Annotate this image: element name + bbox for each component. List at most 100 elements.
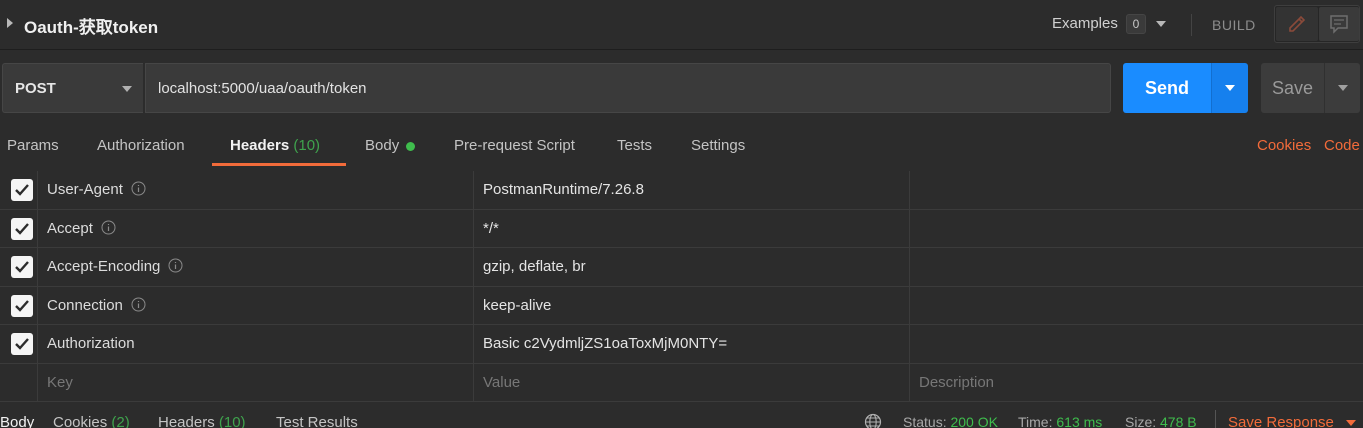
build-mode-label[interactable]: BUILD (1212, 17, 1256, 33)
status-value: 200 OK (950, 414, 998, 428)
row-checkbox[interactable] (11, 179, 33, 201)
save-response-chevron-down-icon[interactable] (1346, 420, 1356, 426)
response-tab-test-results[interactable]: Test Results (276, 414, 358, 428)
header-value-cell[interactable]: Basic c2VydmljZS1oaToxMjM0NTY= (474, 325, 910, 363)
header-description-cell[interactable] (910, 287, 1363, 325)
tab-pre-request-script[interactable]: Pre-request Script (454, 137, 575, 154)
save-options-button[interactable] (1324, 63, 1360, 113)
response-tab-headers-label: Headers (158, 414, 215, 428)
table-row: User-Agent PostmanRuntime/7.26.8 (0, 171, 1363, 210)
header-key: Accept (47, 219, 93, 237)
value-placeholder: Value (483, 373, 521, 391)
response-tab-body[interactable]: Body (0, 414, 34, 428)
tab-params[interactable]: Params (7, 137, 59, 154)
row-checkbox[interactable] (11, 294, 33, 317)
method-label: POST (15, 80, 56, 97)
send-button[interactable]: Send (1123, 63, 1211, 113)
checkmark-icon (15, 338, 29, 351)
new-key-input[interactable]: Key (38, 363, 474, 402)
header-value-cell[interactable]: gzip, deflate, br (474, 248, 910, 286)
header-value: keep-alive (483, 296, 552, 314)
method-chevron-down-icon (122, 86, 132, 92)
status-indicator: Status: 200 OK (903, 414, 998, 428)
send-options-button[interactable] (1211, 63, 1248, 113)
response-divider (1215, 410, 1216, 428)
header-value-cell[interactable]: */* (474, 209, 910, 248)
header-description-cell[interactable] (910, 171, 1363, 209)
url-input[interactable]: localhost:5000/uaa/oauth/token (145, 63, 1111, 113)
code-link[interactable]: Code (1324, 137, 1360, 154)
row-checkbox[interactable] (11, 256, 33, 279)
header-key: Accept-Encoding (47, 258, 161, 276)
header-description-cell[interactable] (910, 325, 1363, 363)
size-value: 478 B (1160, 414, 1197, 428)
edit-mode-button[interactable] (1276, 7, 1318, 41)
examples-count-badge: 0 (1126, 14, 1146, 34)
active-tab-indicator (212, 163, 346, 166)
info-icon[interactable] (131, 297, 146, 312)
description-placeholder: Description (919, 373, 995, 391)
tab-settings[interactable]: Settings (691, 137, 745, 154)
info-icon[interactable] (168, 258, 183, 273)
collapse-caret-icon[interactable] (7, 18, 13, 28)
header-key-cell[interactable]: Accept-Encoding (38, 248, 474, 286)
tab-tests[interactable]: Tests (617, 137, 652, 154)
status-label: Status: (903, 414, 947, 428)
header-key-cell[interactable]: User-Agent (38, 171, 474, 209)
info-icon[interactable] (131, 181, 146, 196)
request-title[interactable]: Oauth-获取token (24, 13, 158, 38)
pencil-icon (1289, 15, 1306, 32)
checkmark-icon (15, 299, 29, 312)
save-response-button[interactable]: Save Response (1228, 414, 1334, 428)
save-button[interactable]: Save (1261, 63, 1324, 113)
comment-mode-button[interactable] (1319, 7, 1359, 41)
checkmark-icon (15, 222, 29, 235)
body-modified-dot-icon (406, 142, 415, 151)
tab-headers-label: Headers (230, 137, 290, 154)
table-row: Accept */* (0, 209, 1363, 249)
row-checkbox[interactable] (11, 333, 33, 356)
header-description-cell[interactable] (910, 248, 1363, 286)
new-value-input[interactable]: Value (474, 363, 910, 402)
header-key: Connection (47, 296, 123, 314)
examples-chevron-down-icon[interactable] (1156, 21, 1166, 27)
header-value: */* (483, 219, 499, 237)
new-description-input[interactable]: Description (910, 364, 1363, 402)
table-row: Accept-Encoding gzip, deflate, br (0, 248, 1363, 287)
request-header-bar: Oauth-获取token Examples 0 BUILD (0, 0, 1363, 50)
response-tab-cookies-label: Cookies (53, 414, 108, 428)
cookies-link[interactable]: Cookies (1257, 137, 1311, 154)
header-divider (1191, 14, 1192, 36)
header-value: PostmanRuntime/7.26.8 (483, 181, 644, 198)
header-key: Authorization (47, 335, 135, 353)
response-bar: Body Cookies (2) Headers (10) Test Resul… (0, 401, 1363, 428)
info-icon[interactable] (101, 220, 116, 235)
header-value-cell[interactable]: PostmanRuntime/7.26.8 (474, 171, 910, 209)
header-key-cell[interactable]: Connection (38, 286, 474, 325)
size-indicator: Size: 478 B (1125, 414, 1197, 428)
header-key-cell[interactable]: Accept (38, 209, 474, 248)
comment-icon (1330, 15, 1348, 34)
globe-icon[interactable] (864, 413, 882, 428)
time-value: 613 ms (1056, 414, 1103, 428)
tab-headers-count: (10) (293, 137, 321, 154)
examples-button[interactable]: Examples (1052, 15, 1118, 32)
header-key-cell[interactable]: Authorization (38, 325, 474, 363)
method-select[interactable]: POST (2, 63, 143, 113)
response-tab-cookies-count: (2) (111, 414, 130, 428)
tab-headers[interactable]: Headers (10) (230, 137, 320, 154)
header-description-cell[interactable] (910, 210, 1363, 248)
url-text: localhost:5000/uaa/oauth/token (158, 80, 367, 97)
tab-body[interactable]: Body (365, 137, 399, 154)
row-checkbox[interactable] (11, 217, 33, 240)
headers-table: User-Agent PostmanRuntime/7.26.8 Accept … (0, 171, 1363, 403)
response-tab-headers[interactable]: Headers (10) (158, 414, 246, 428)
header-value-cell[interactable]: keep-alive (474, 286, 910, 325)
checkmark-icon (15, 261, 29, 273)
header-value: Basic c2VydmljZS1oaToxMjM0NTY= (483, 335, 728, 353)
tab-authorization[interactable]: Authorization (97, 137, 185, 154)
response-tab-cookies[interactable]: Cookies (2) (53, 414, 130, 428)
key-placeholder: Key (47, 373, 73, 391)
chevron-down-icon (1225, 85, 1235, 91)
checkmark-icon (15, 184, 29, 196)
